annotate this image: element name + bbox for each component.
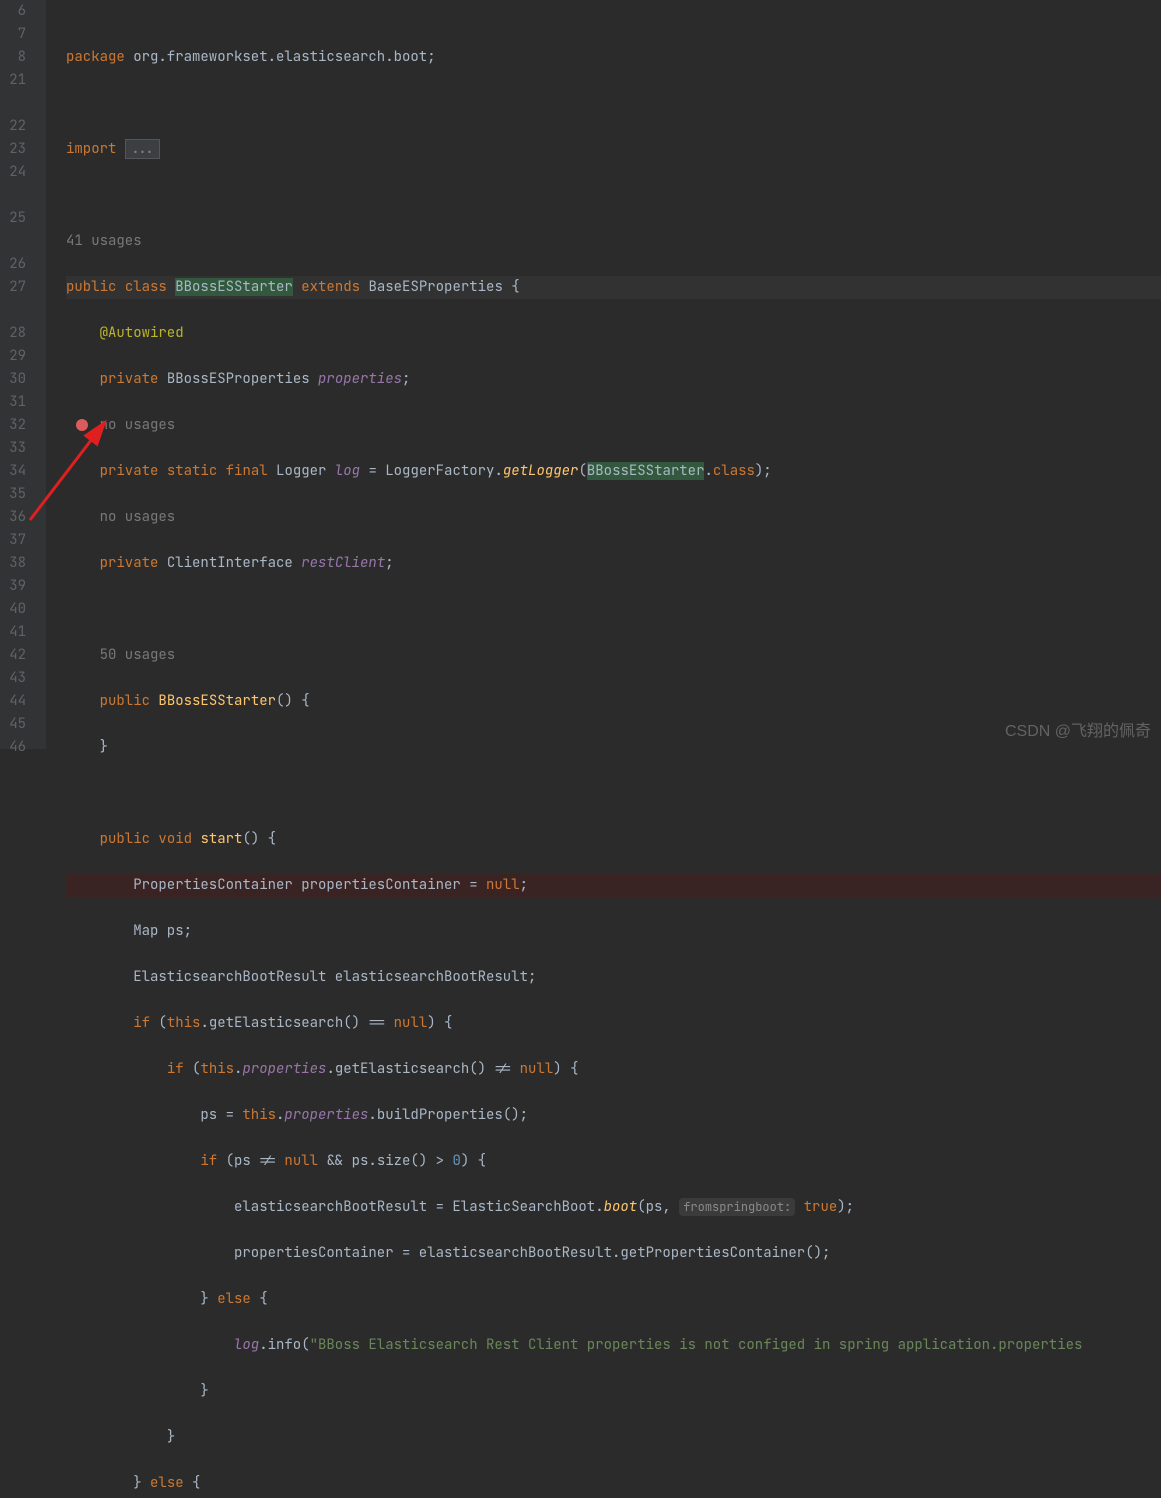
keyword: class (125, 278, 167, 296)
line-number[interactable]: 36 (0, 506, 44, 529)
code-line[interactable]: public void start() { (66, 828, 1161, 851)
gutter[interactable]: 6 7 8 21 22 23 24 25 26 27 28 29 30 31 3… (0, 0, 46, 749)
code-line[interactable]: private ClientInterface restClient; (66, 552, 1161, 575)
code-line[interactable]: @Autowired (66, 322, 1161, 345)
code-line[interactable]: private static final Logger log = Logger… (66, 460, 1161, 483)
inlay-hint-line: no usages (66, 414, 1161, 437)
line-number[interactable]: 35 (0, 483, 44, 506)
line-number[interactable]: 44 (0, 690, 44, 713)
line-number[interactable]: 22 (0, 115, 44, 138)
code-line[interactable]: private BBossESProperties properties; (66, 368, 1161, 391)
line-number[interactable]: 31 (0, 391, 44, 414)
text: org.frameworkset.elasticsearch.boot; (125, 48, 436, 66)
line-number[interactable]: 37 (0, 529, 44, 552)
line-number[interactable]: 46 (0, 736, 44, 759)
code-line[interactable]: if (this.getElasticsearch() == null) { (66, 1012, 1161, 1035)
code-line[interactable]: if (this.properties.getElasticsearch() !… (66, 1058, 1161, 1081)
line-number[interactable]: 8 (0, 46, 44, 69)
code-line[interactable]: } (66, 1380, 1161, 1403)
line-number[interactable]: 21 (0, 69, 44, 92)
code-line[interactable]: } (66, 736, 1161, 759)
line-number[interactable]: 24 (0, 161, 44, 184)
line-number[interactable]: 42 (0, 644, 44, 667)
breakpoint-line[interactable]: PropertiesContainer propertiesContainer … (66, 874, 1161, 897)
annotation: @Autowired (100, 324, 184, 342)
inlay-hint-line: no usages (66, 506, 1161, 529)
inlay-hint-line: 50 usages (66, 644, 1161, 667)
code-line[interactable]: log.info("BBoss Elasticsearch Rest Clien… (66, 1334, 1161, 1357)
code-line[interactable] (66, 184, 1161, 207)
keyword: public (66, 278, 116, 296)
class-name: BBossESStarter (175, 278, 293, 296)
keyword: package (66, 48, 125, 66)
code-line[interactable]: ps = this.properties.buildProperties(); (66, 1104, 1161, 1127)
line-number[interactable]: 38 (0, 552, 44, 575)
usages-hint[interactable]: no usages (100, 508, 176, 526)
code-line[interactable]: propertiesContainer = elasticsearchBootR… (66, 1242, 1161, 1265)
fold-placeholder[interactable]: ... (125, 139, 160, 159)
code-editor[interactable]: 6 7 8 21 22 23 24 25 26 27 28 29 30 31 3… (0, 0, 1161, 749)
line-number[interactable]: 33 (0, 437, 44, 460)
code-area[interactable]: package org.frameworkset.elasticsearch.b… (66, 0, 1161, 749)
code-line[interactable]: } (66, 1426, 1161, 1449)
line-number[interactable]: 41 (0, 621, 44, 644)
code-line[interactable]: elasticsearchBootResult = ElasticSearchB… (66, 1196, 1161, 1219)
line-number[interactable] (0, 92, 44, 115)
code-line[interactable]: package org.frameworkset.elasticsearch.b… (66, 46, 1161, 69)
line-number[interactable]: 25 (0, 207, 44, 230)
code-line[interactable]: } else { (66, 1288, 1161, 1311)
field: properties (318, 370, 402, 388)
usages-hint[interactable]: 41 usages (66, 232, 142, 250)
code-line[interactable]: public BBossESStarter() { (66, 690, 1161, 713)
line-number[interactable]: 34 (0, 460, 44, 483)
inlay-hint-line: 41 usages (66, 230, 1161, 253)
line-number[interactable]: 27 (0, 276, 44, 299)
line-number[interactable]: 26 (0, 253, 44, 276)
line-number[interactable]: 7 (0, 23, 44, 46)
line-number[interactable] (0, 230, 44, 253)
line-number[interactable]: 23 (0, 138, 44, 161)
code-line[interactable] (66, 782, 1161, 805)
fold-column[interactable] (46, 0, 66, 749)
line-number[interactable]: 45 (0, 713, 44, 736)
watermark: CSDN @飞翔的佩奇 (1005, 720, 1151, 743)
line-number[interactable] (0, 299, 44, 322)
line-number[interactable]: 39 (0, 575, 44, 598)
line-number[interactable]: 6 (0, 0, 44, 23)
parameter-hint: fromspringboot: (679, 1198, 795, 1216)
line-number[interactable] (0, 184, 44, 207)
line-number[interactable]: 29 (0, 345, 44, 368)
code-line[interactable]: Map ps; (66, 920, 1161, 943)
keyword: private (100, 370, 159, 388)
line-number[interactable]: 43 (0, 667, 44, 690)
code-line[interactable] (66, 92, 1161, 115)
code-line[interactable] (66, 598, 1161, 621)
usages-hint[interactable]: 50 usages (100, 646, 176, 664)
keyword: extends (301, 278, 360, 296)
code-line[interactable]: public class BBossESStarter extends Base… (66, 276, 1161, 299)
code-line[interactable]: } else { (66, 1472, 1161, 1495)
line-number[interactable]: 32 (0, 414, 44, 437)
code-line[interactable]: if (ps != null && ps.size() > 0) { (66, 1150, 1161, 1173)
keyword: import (66, 140, 116, 158)
code-line[interactable]: ElasticsearchBootResult elasticsearchBoo… (66, 966, 1161, 989)
line-number[interactable]: 30 (0, 368, 44, 391)
line-number[interactable]: 28 (0, 322, 44, 345)
line-number[interactable]: 40 (0, 598, 44, 621)
code-line[interactable]: import ... (66, 138, 1161, 161)
usages-hint[interactable]: no usages (100, 416, 176, 434)
